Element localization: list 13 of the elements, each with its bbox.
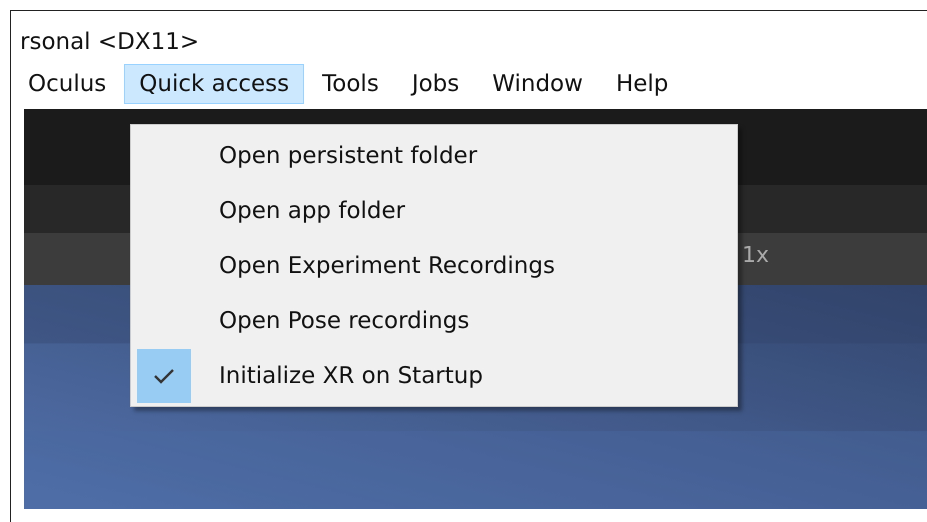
menu-item[interactable]: Tools [307,64,394,104]
menu-entry[interactable]: Open persistent folder [131,128,737,183]
menu-item[interactable]: Quick access [124,64,304,104]
menu-item[interactable]: Help [600,64,684,104]
menu-entry[interactable]: Open Pose recordings [131,293,737,348]
menu-entry[interactable]: Open Experiment Recordings [131,238,737,293]
menu-item[interactable]: Window [477,64,598,104]
menu-item[interactable]: Jobs [396,64,474,104]
menu-entry[interactable]: Open app folder [131,183,737,238]
scale-label: 1x [742,243,770,268]
menu-entry[interactable]: Initialize XR on Startup [131,348,737,403]
window-title: rsonal <DX11> [19,28,200,57]
menu-item[interactable]: Oculus [13,64,122,104]
